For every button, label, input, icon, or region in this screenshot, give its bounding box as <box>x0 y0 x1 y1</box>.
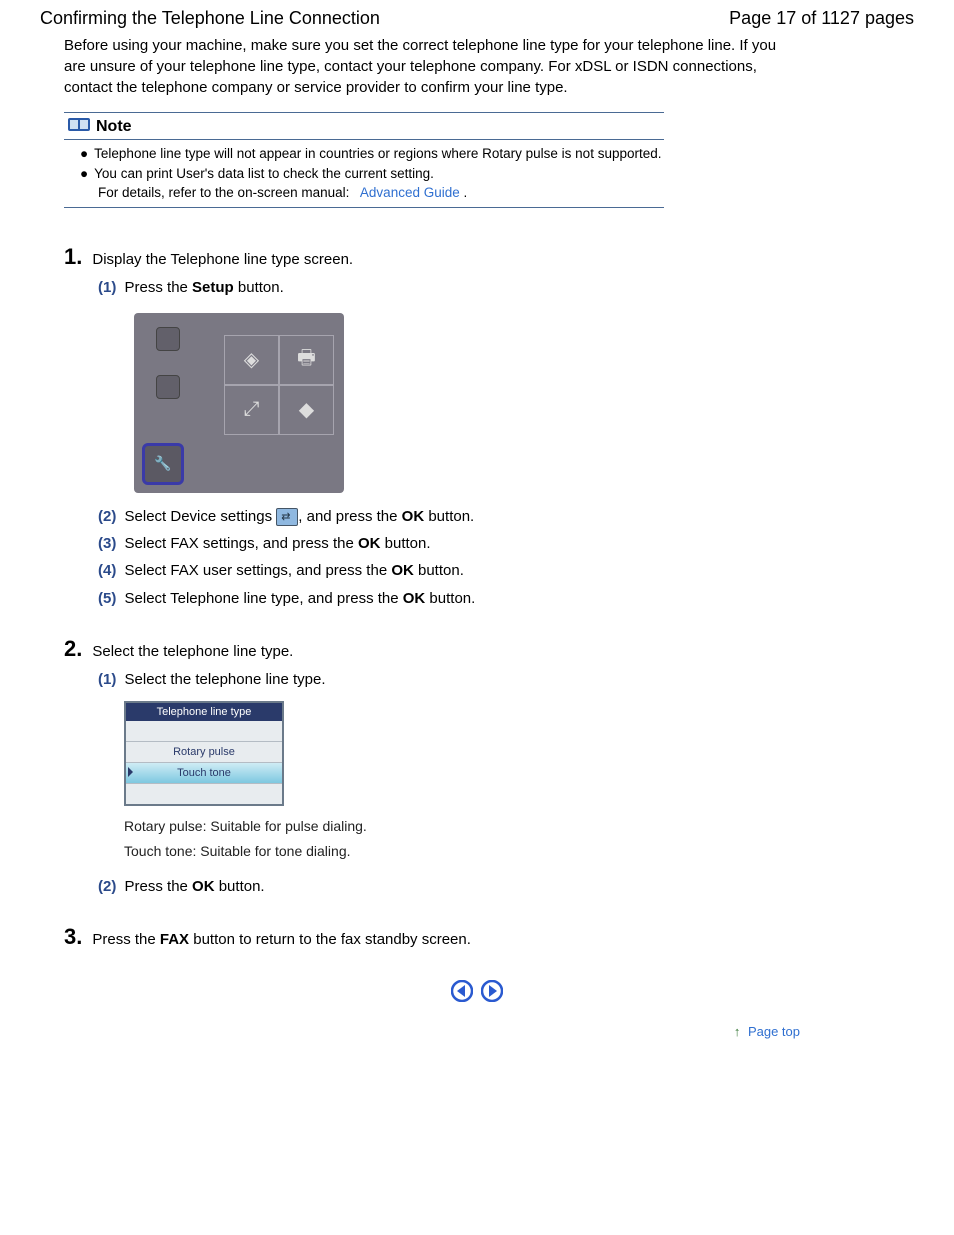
substep-1-4-a: Select FAX user settings, and press the <box>125 562 392 579</box>
substep-2-1-num: (1) <box>98 671 116 688</box>
lcd-title: Telephone line type <box>126 703 282 721</box>
step-3-number: 3. <box>64 924 82 950</box>
step-3-text: Press the FAX button to return to the fa… <box>92 931 471 948</box>
device-button-icon <box>156 327 180 351</box>
ok-button-label: OK <box>402 508 425 525</box>
fax-button-label: FAX <box>160 931 189 948</box>
device-settings-icon <box>276 508 298 526</box>
next-page-button[interactable] <box>481 980 503 1006</box>
substep-1-4-num: (4) <box>98 562 116 579</box>
note-label: Note <box>96 118 132 136</box>
substep-1-3-a: Select FAX settings, and press the <box>125 535 358 552</box>
substep-2-2-b: button. <box>215 878 265 895</box>
substep-1-2-a: Select Device settings <box>125 508 277 525</box>
page-title: Confirming the Telephone Line Connection <box>40 8 380 29</box>
ok-button-label: OK <box>391 562 414 579</box>
prev-page-button[interactable] <box>451 980 473 1006</box>
substep-2-2-a: Press the <box>125 878 193 895</box>
note-bullet-1: Telephone line type will not appear in c… <box>94 144 661 164</box>
rotary-pulse-description: Rotary pulse: Suitable for pulse dialing… <box>124 814 894 839</box>
substep-1-2-c: button. <box>424 508 474 525</box>
grid-scan-icon: ⤢ <box>224 385 279 435</box>
arrow-up-icon: ↑ <box>734 1024 741 1039</box>
device-settings-highlight-icon: 🔧 <box>142 443 184 485</box>
substep-1-5-a: Select Telephone line type, and press th… <box>125 590 403 607</box>
substep-1-1-b: button. <box>234 279 284 296</box>
substep-1-3-b: button. <box>380 535 430 552</box>
advanced-guide-link[interactable]: Advanced Guide <box>360 185 460 200</box>
note-bullet-2: You can print User's data list to check … <box>94 164 434 184</box>
device-setup-screen-image: ◈ 🖶 ⤢ ◆ 🔧 <box>134 313 344 493</box>
grid-diamond-icon: ◆ <box>279 385 334 435</box>
ok-button-label: OK <box>358 535 381 552</box>
lcd-option-touch-tone: Touch tone <box>126 763 282 784</box>
note-book-icon <box>68 116 90 137</box>
substep-1-2-num: (2) <box>98 508 116 525</box>
substep-1-5-b: button. <box>425 590 475 607</box>
bullet-icon: ● <box>80 144 88 164</box>
step-1-text: Display the Telephone line type screen. <box>92 251 353 268</box>
step-2-text: Select the telephone line type. <box>92 643 293 660</box>
note-box: Note ● Telephone line type will not appe… <box>64 112 664 208</box>
device-button-icon <box>156 375 180 399</box>
grid-layers-icon: ◈ <box>224 335 279 385</box>
grid-printer-icon: 🖶 <box>279 335 334 385</box>
substep-1-5-num: (5) <box>98 590 116 607</box>
step-2-number: 2. <box>64 636 82 662</box>
device-menu-grid: ◈ 🖶 ⤢ ◆ <box>224 335 334 435</box>
substep-1-1-a: Press the <box>125 279 193 296</box>
telephone-line-type-screen-image: Telephone line type Rotary pulse Touch t… <box>124 701 284 806</box>
page-indicator: Page 17 of 1127 pages <box>729 8 914 29</box>
substep-1-3-num: (3) <box>98 535 116 552</box>
substep-2-2-num: (2) <box>98 878 116 895</box>
page-top-link[interactable]: Page top <box>748 1024 800 1039</box>
touch-tone-description: Touch tone: Suitable for tone dialing. <box>124 839 894 864</box>
bullet-icon: ● <box>80 164 88 184</box>
substep-1-1-num: (1) <box>98 279 116 296</box>
setup-button-label: Setup <box>192 279 234 296</box>
substep-1-2-b: , and press the <box>298 508 401 525</box>
ok-button-label: OK <box>192 878 215 895</box>
step-1-number: 1. <box>64 244 82 270</box>
note-period: . <box>464 185 468 200</box>
intro-paragraph: Before using your machine, make sure you… <box>60 35 784 98</box>
ok-button-label: OK <box>403 590 426 607</box>
substep-1-4-b: button. <box>414 562 464 579</box>
note-details-prefix: For details, refer to the on-screen manu… <box>98 185 349 200</box>
lcd-option-rotary: Rotary pulse <box>126 742 282 763</box>
substep-2-1: Select the telephone line type. <box>125 671 326 688</box>
